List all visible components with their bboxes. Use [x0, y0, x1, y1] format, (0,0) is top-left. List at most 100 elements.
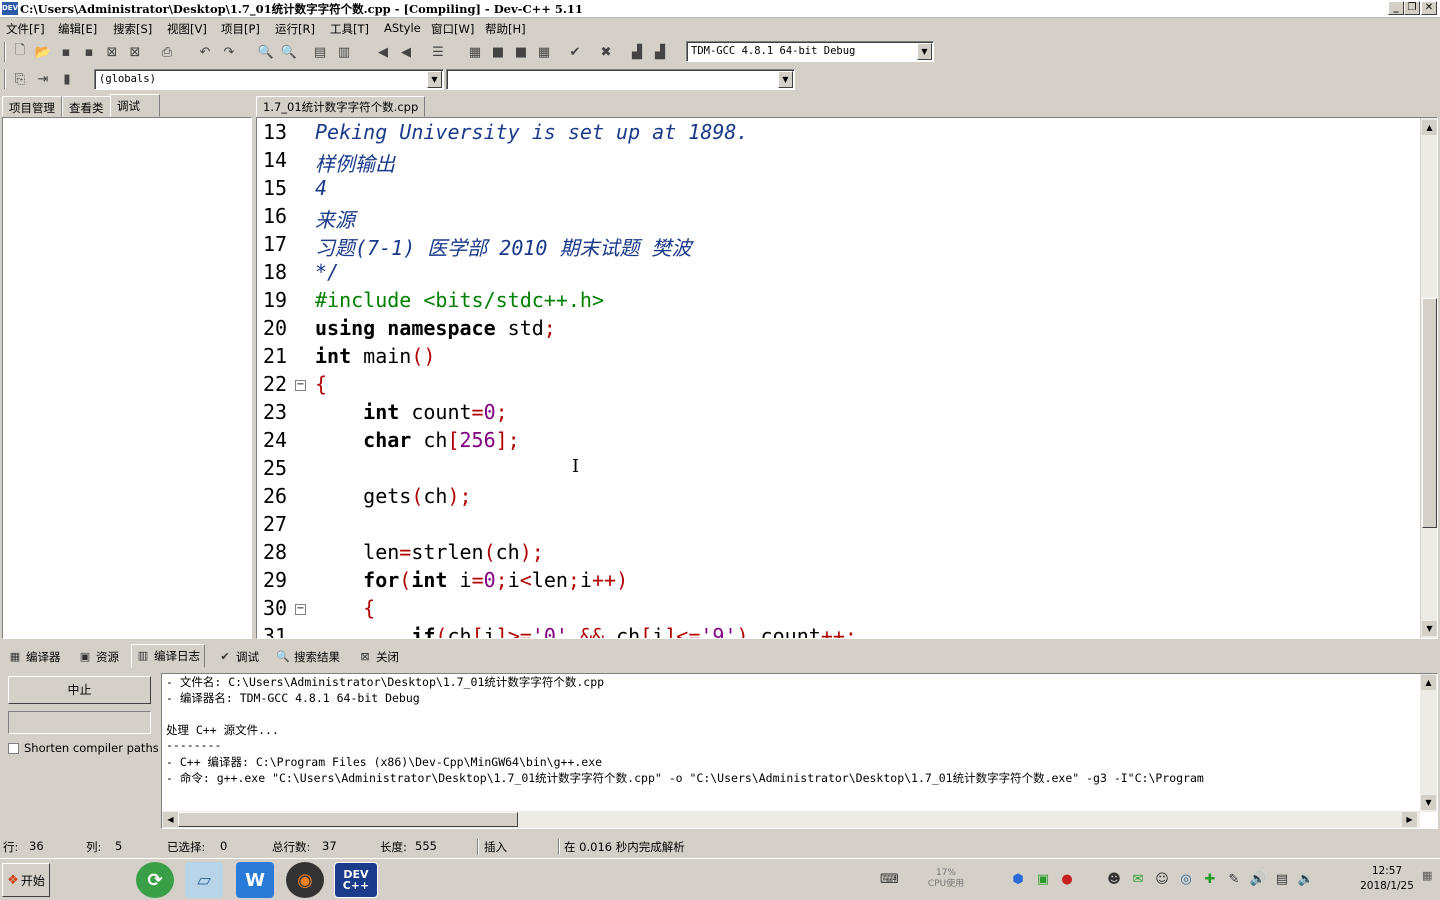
chevron-down-icon[interactable]: ▼ [917, 43, 932, 60]
menu-search[interactable]: 搜索[S] [113, 21, 152, 37]
shorten-paths-checkbox[interactable]: Shorten compiler paths [8, 741, 159, 755]
scroll-up-icon[interactable]: ▲ [1421, 675, 1436, 690]
tab-classes[interactable]: 查看类 [62, 96, 111, 117]
speaker-tray-icon[interactable]: 🔉 [1297, 871, 1315, 889]
redo-icon[interactable]: ↷ [219, 42, 239, 62]
compile-icon[interactable]: ▦ [465, 42, 485, 62]
stop-compile-button[interactable]: 中止 [8, 676, 151, 704]
refresh-app-icon[interactable]: ⟳ [136, 862, 174, 898]
menu-view[interactable]: 视图[V] [167, 21, 207, 37]
stop-icon[interactable]: ✖ [596, 42, 616, 62]
scroll-down-icon[interactable]: ▼ [1422, 621, 1437, 636]
compile-log[interactable]: - 文件名: C:\Users\Administrator\Desktop\1.… [161, 673, 1438, 829]
code-editor[interactable]: 13 14 15 16 17 18 19 20 21 22−23 24 25 26 27 28 29 30−31… [256, 117, 1438, 639]
back-icon[interactable]: ◀ [373, 42, 393, 62]
tab-close[interactable]: ⊠ 关闭 [354, 646, 403, 668]
bookmark-icon[interactable]: ▮ [57, 69, 77, 89]
menu-astyle[interactable]: AStyle [384, 21, 421, 35]
tab-search-results[interactable]: 🔍 搜索结果 [272, 646, 344, 668]
save-all-icon[interactable]: ▪ [79, 42, 99, 62]
box-tray-icon[interactable]: ⬢ [1009, 871, 1027, 889]
tab-resources[interactable]: ▣ 资源 [74, 646, 123, 668]
run-icon[interactable]: ■ [488, 42, 508, 62]
chat-tray-icon[interactable]: ▣ [1034, 871, 1052, 889]
goto-line-icon[interactable]: ☰ [428, 42, 448, 62]
tab-project[interactable]: 项目管理 [2, 96, 62, 117]
tab-debug[interactable]: 调试 [110, 94, 160, 117]
syntax-check-icon[interactable]: ✔ [565, 42, 585, 62]
fold-toggle-icon[interactable]: − [295, 604, 306, 615]
scroll-up-icon[interactable]: ▲ [1422, 120, 1437, 135]
close-file-icon[interactable]: ⊠ [102, 42, 122, 62]
start-button[interactable]: ❖ 开始 [2, 863, 50, 897]
scroll-thumb[interactable] [1422, 298, 1437, 528]
compile-run-icon[interactable]: ■ [511, 42, 531, 62]
tab-debug-output[interactable]: ✔ 调试 [214, 646, 263, 668]
symbol-select[interactable]: ▼ [446, 69, 795, 90]
tab-compile-log[interactable]: ▥ 编译日志 [131, 644, 205, 668]
find-icon[interactable]: 🔍 [256, 42, 276, 62]
menu-file[interactable]: 文件[F] [6, 21, 45, 37]
close-all-icon[interactable]: ⊠ [125, 42, 145, 62]
show-desktop-icon[interactable]: ▦ [1422, 869, 1436, 891]
goto-icon[interactable]: ⇥ [33, 69, 53, 89]
title-bar: DEV C:\Users\Administrator\Desktop\1.7_0… [0, 0, 1440, 18]
rebuild-icon[interactable]: ▦ [534, 42, 554, 62]
menu-window[interactable]: 窗口[W] [431, 21, 474, 37]
recorder-app-icon[interactable]: ◉ [286, 862, 324, 898]
eye-tray-icon[interactable]: ◎ [1177, 871, 1195, 889]
mail-tray-icon[interactable]: ✉ [1129, 871, 1147, 889]
menu-help[interactable]: 帮助[H] [485, 21, 526, 37]
security-tray-icon[interactable]: ✚ [1201, 871, 1219, 889]
chevron-down-icon[interactable]: ▼ [778, 71, 793, 88]
volume-tray-icon[interactable]: 🔊 [1249, 871, 1267, 889]
unindent-icon[interactable]: ▥ [334, 42, 354, 62]
scroll-thumb[interactable] [178, 812, 518, 827]
code-token: ++; [820, 624, 857, 639]
tab-compiler[interactable]: ▦ 编译器 [4, 646, 65, 668]
indent-icon[interactable]: ▤ [310, 42, 330, 62]
menu-edit[interactable]: 编辑[E] [58, 21, 97, 37]
save-icon[interactable]: ▪ [56, 42, 76, 62]
file-tab[interactable]: 1.7_01统计数字字符个数.cpp [256, 96, 426, 117]
print-icon[interactable]: ⎙ [157, 42, 177, 62]
devcpp-app-icon[interactable]: DEV C++ [334, 862, 378, 898]
network-tray-icon[interactable]: ▤ [1273, 871, 1291, 889]
log-horizontal-scrollbar[interactable]: ◀ ▶ [162, 811, 1420, 828]
log-vertical-scrollbar[interactable]: ▲ ▼ [1420, 674, 1437, 812]
scroll-left-icon[interactable]: ◀ [163, 812, 178, 827]
delete-profile-icon[interactable]: ▟ [650, 42, 670, 62]
scroll-down-icon[interactable]: ▼ [1421, 795, 1436, 810]
compiler-select[interactable]: TDM-GCC 4.8.1 64-bit Debug ▼ [686, 41, 934, 62]
total-lines-label: 总行数: [272, 840, 311, 854]
line-number: 16 [263, 204, 288, 228]
fold-toggle-icon[interactable]: − [295, 380, 306, 391]
wps-app-icon[interactable]: W [236, 862, 274, 898]
close-window-button[interactable]: ✕ [1421, 1, 1437, 15]
forward-icon[interactable]: ◀ [396, 42, 416, 62]
minimize-button[interactable]: _ [1388, 1, 1404, 15]
replace-icon[interactable]: 🔍 [279, 42, 299, 62]
profile-icon[interactable]: ▟ [627, 42, 647, 62]
scope-select-value: (globals) [99, 73, 156, 85]
menu-run[interactable]: 运行[R] [275, 21, 315, 37]
insert-icon[interactable]: ⎘ [10, 69, 30, 89]
checkbox-box[interactable] [8, 742, 19, 754]
scroll-right-icon[interactable]: ▶ [1402, 812, 1417, 827]
tools-tray-icon[interactable]: ✎ [1225, 871, 1243, 889]
menu-project[interactable]: 项目[P] [221, 21, 260, 37]
restore-button[interactable]: ❐ [1404, 1, 1420, 15]
chevron-down-icon[interactable]: ▼ [427, 71, 442, 88]
antivirus-tray-icon[interactable]: ● [1058, 871, 1076, 889]
scope-select[interactable]: (globals) ▼ [94, 69, 444, 90]
menu-tools[interactable]: 工具[T] [330, 21, 369, 37]
open-file-icon[interactable]: 📂 [33, 42, 53, 62]
undo-icon[interactable]: ↶ [195, 42, 215, 62]
qq-tray-icon[interactable]: ☻ [1105, 871, 1123, 889]
notepad-app-icon[interactable]: ▱ [185, 862, 223, 898]
new-file-icon[interactable]: 🗋 [10, 42, 30, 62]
editor-vertical-scrollbar[interactable]: ▲ ▼ [1420, 118, 1437, 638]
keyboard-icon[interactable]: ⌨ [880, 871, 899, 889]
users-tray-icon[interactable]: ☺ [1153, 871, 1171, 889]
clock[interactable]: 12:57 2018/1/25 [1355, 864, 1419, 894]
